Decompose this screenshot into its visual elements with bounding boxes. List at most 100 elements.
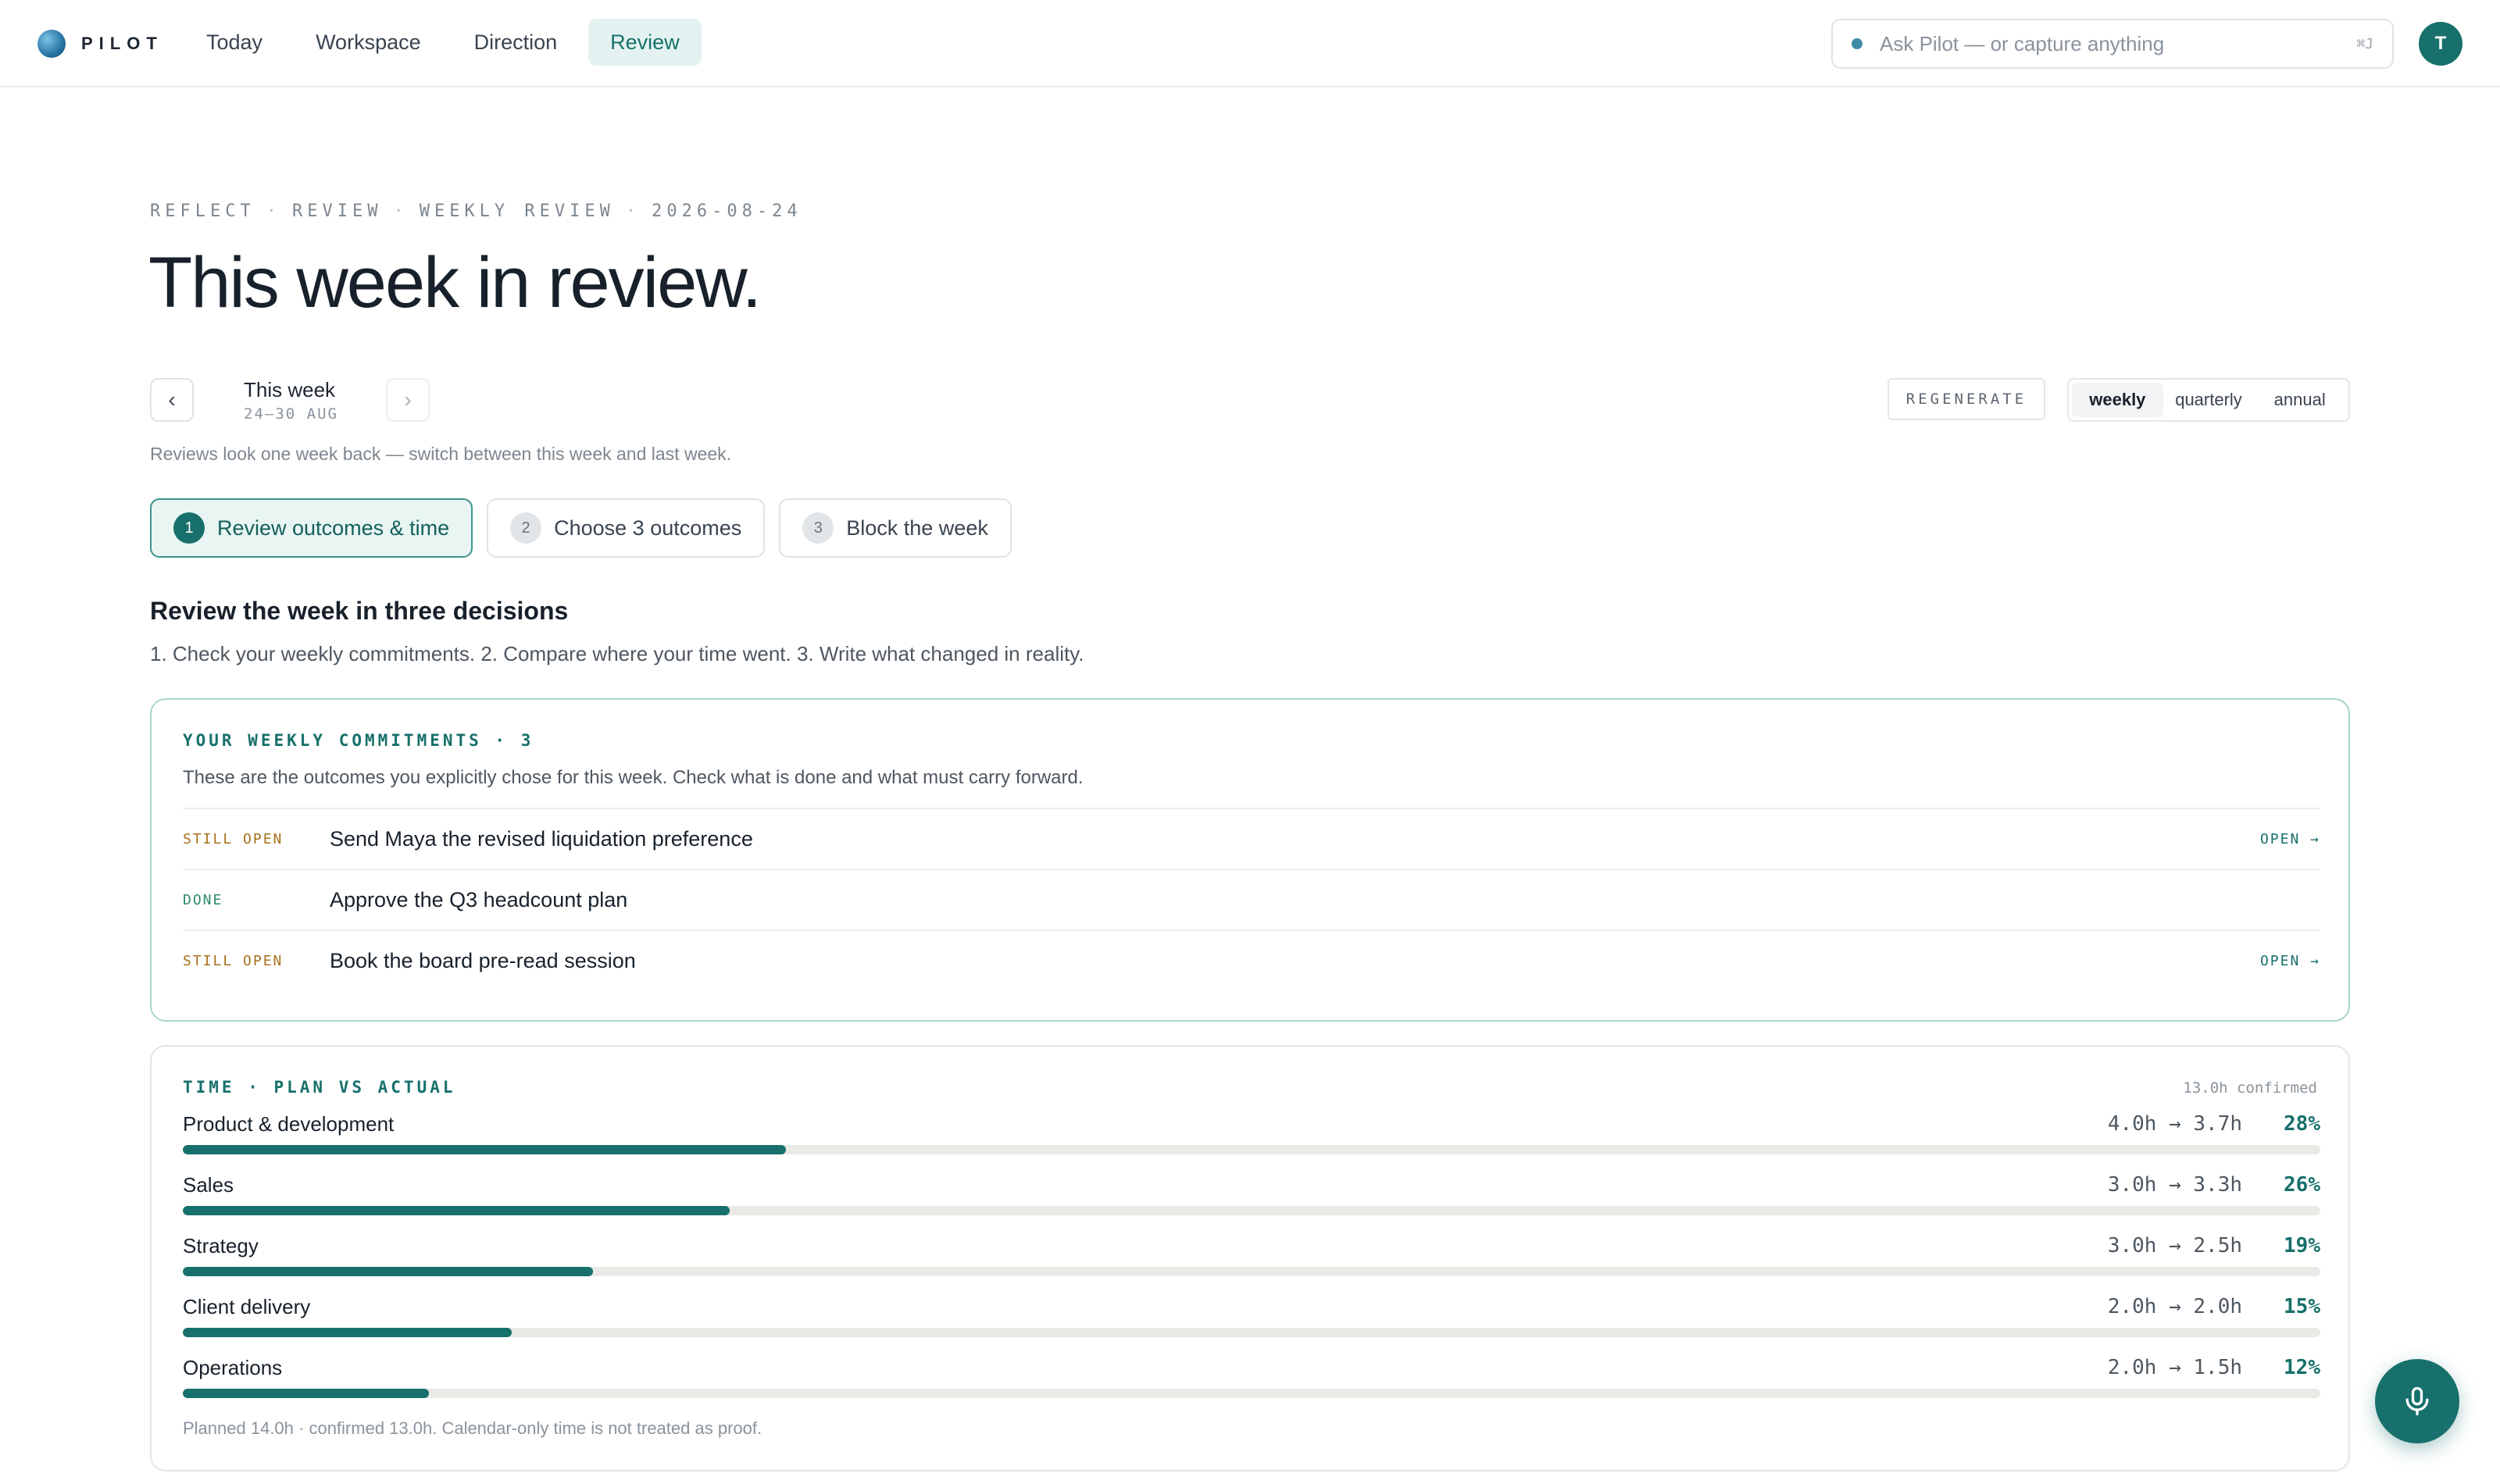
breadcrumb-separator: · bbox=[393, 202, 409, 221]
time-heading: TIME · PLAN VS ACTUAL bbox=[183, 1078, 456, 1097]
nav-item-review[interactable]: Review bbox=[588, 19, 702, 66]
time-percent: 28% bbox=[2284, 1112, 2320, 1136]
review-steps: 1 Review outcomes & time 2 Choose 3 outc… bbox=[150, 498, 1012, 558]
week-label: This week 24–30 AUG bbox=[244, 378, 338, 423]
ask-pilot-search[interactable]: ⌘J bbox=[1831, 19, 2394, 69]
time-hours: 2.0h → 2.0h bbox=[2107, 1295, 2242, 1318]
time-rows: Product & development 4.0h → 3.7h 28% Sa… bbox=[183, 1112, 2320, 1417]
time-footnote: Planned 14.0h · confirmed 13.0h. Calenda… bbox=[183, 1418, 762, 1438]
period-annual[interactable]: annual bbox=[2254, 383, 2345, 417]
time-row: Product & development 4.0h → 3.7h 28% bbox=[183, 1112, 2320, 1173]
section-subtitle: 1. Check your weekly commitments. 2. Com… bbox=[150, 642, 1084, 665]
time-bar-track bbox=[183, 1267, 2320, 1276]
time-category: Client delivery bbox=[183, 1295, 311, 1318]
breadcrumb-separator: · bbox=[625, 202, 641, 221]
step-label: Choose 3 outcomes bbox=[554, 515, 742, 540]
time-row: Strategy 3.0h → 2.5h 19% bbox=[183, 1234, 2320, 1295]
breadcrumb-weekly-review[interactable]: WEEKLY REVIEW bbox=[420, 202, 615, 221]
commitment-row[interactable]: STILL OPEN Send Maya the revised liquida… bbox=[183, 808, 2320, 869]
time-category: Operations bbox=[183, 1356, 283, 1379]
section-title: Review the week in three decisions bbox=[150, 597, 569, 625]
commitments-description: These are the outcomes you explicitly ch… bbox=[183, 767, 1084, 788]
period-weekly[interactable]: weekly bbox=[2072, 383, 2163, 417]
breadcrumb-review[interactable]: REVIEW bbox=[292, 202, 382, 221]
brand[interactable]: PILOT bbox=[38, 28, 163, 59]
open-commitment-link[interactable]: OPEN → bbox=[2260, 953, 2320, 969]
period-quarterly[interactable]: quarterly bbox=[2163, 383, 2255, 417]
time-bar-track bbox=[183, 1145, 2320, 1154]
time-category: Strategy bbox=[183, 1234, 259, 1257]
top-bar: PILOT Today Workspace Direction Review ⌘… bbox=[0, 0, 2500, 87]
time-row: Client delivery 2.0h → 2.0h 15% bbox=[183, 1295, 2320, 1356]
page-title: This week in review. bbox=[148, 243, 762, 323]
commitment-text: Approve the Q3 headcount plan bbox=[330, 887, 628, 911]
status-badge: STILL OPEN bbox=[183, 830, 284, 847]
time-bar-track bbox=[183, 1389, 2320, 1398]
period-selector: weekly quarterly annual bbox=[2067, 378, 2350, 422]
time-percent: 26% bbox=[2284, 1173, 2320, 1197]
breadcrumb-separator: · bbox=[266, 202, 281, 221]
regenerate-button[interactable]: REGENERATE bbox=[1888, 378, 2045, 420]
time-bar-track bbox=[183, 1328, 2320, 1337]
search-input[interactable] bbox=[1880, 31, 2357, 56]
avatar[interactable]: T bbox=[2419, 22, 2462, 66]
nav-item-direction[interactable]: Direction bbox=[452, 19, 580, 66]
time-bar-fill bbox=[183, 1145, 786, 1154]
time-hours: 2.0h → 1.5h bbox=[2107, 1356, 2242, 1379]
time-plan-vs-actual-card: TIME · PLAN VS ACTUAL 13.0h confirmed Pr… bbox=[150, 1045, 2350, 1472]
time-hours: 4.0h → 3.7h bbox=[2107, 1112, 2242, 1136]
previous-week-button[interactable]: ‹ bbox=[150, 378, 194, 422]
time-hours: 3.0h → 2.5h bbox=[2107, 1234, 2242, 1257]
main-nav: Today Workspace Direction Review bbox=[184, 19, 702, 66]
breadcrumb-reflect[interactable]: REFLECT bbox=[150, 202, 255, 221]
step-number: 2 bbox=[510, 512, 542, 544]
step-number: 3 bbox=[802, 512, 834, 544]
open-commitment-link[interactable]: OPEN → bbox=[2260, 831, 2320, 847]
chevron-left-icon: ‹ bbox=[168, 387, 176, 412]
microphone-icon bbox=[2405, 1386, 2429, 1416]
step-label: Block the week bbox=[846, 515, 988, 540]
next-week-button[interactable]: › bbox=[386, 378, 430, 422]
commitment-text: Send Maya the revised liquidation prefer… bbox=[330, 826, 753, 851]
chevron-right-icon: › bbox=[404, 387, 412, 412]
time-percent: 15% bbox=[2284, 1295, 2320, 1318]
nav-item-today[interactable]: Today bbox=[184, 19, 284, 66]
time-row: Operations 2.0h → 1.5h 12% bbox=[183, 1356, 2320, 1417]
step-choose-outcomes[interactable]: 2 Choose 3 outcomes bbox=[487, 498, 766, 558]
step-block-week[interactable]: 3 Block the week bbox=[779, 498, 1012, 558]
breadcrumb-date: 2026-08-24 bbox=[652, 202, 802, 221]
step-number: 1 bbox=[173, 512, 205, 544]
shortcut-hint: ⌘J bbox=[2356, 35, 2373, 52]
week-range: 24–30 AUG bbox=[244, 405, 338, 423]
commitment-list: STILL OPEN Send Maya the revised liquida… bbox=[183, 808, 2320, 990]
confirmed-total: 13.0h confirmed bbox=[2183, 1079, 2317, 1097]
pilot-dot-icon bbox=[1852, 38, 1862, 49]
commitment-row[interactable]: DONE Approve the Q3 headcount plan bbox=[183, 869, 2320, 929]
time-bar-fill bbox=[183, 1267, 594, 1276]
status-badge: STILL OPEN bbox=[183, 952, 284, 969]
commitment-row[interactable]: STILL OPEN Book the board pre-read sessi… bbox=[183, 929, 2320, 990]
time-row: Sales 3.0h → 3.3h 26% bbox=[183, 1173, 2320, 1234]
week-title: This week bbox=[244, 378, 336, 401]
commitments-heading: YOUR WEEKLY COMMITMENTS · 3 bbox=[183, 731, 534, 750]
commitments-card: YOUR WEEKLY COMMITMENTS · 3 These are th… bbox=[150, 698, 2350, 1022]
status-badge: DONE bbox=[183, 891, 223, 908]
time-percent: 12% bbox=[2284, 1356, 2320, 1379]
voice-capture-button[interactable] bbox=[2375, 1359, 2459, 1443]
step-review-outcomes[interactable]: 1 Review outcomes & time bbox=[150, 498, 473, 558]
time-category: Sales bbox=[183, 1173, 234, 1197]
nav-item-workspace[interactable]: Workspace bbox=[294, 19, 443, 66]
time-bar-track bbox=[183, 1206, 2320, 1215]
step-label: Review outcomes & time bbox=[217, 515, 450, 540]
pilot-logo-icon bbox=[38, 30, 66, 58]
time-bar-fill bbox=[183, 1206, 730, 1215]
week-note: Reviews look one week back — switch betw… bbox=[150, 444, 732, 464]
time-bar-fill bbox=[183, 1328, 512, 1337]
commitment-text: Book the board pre-read session bbox=[330, 948, 636, 972]
time-percent: 19% bbox=[2284, 1234, 2320, 1257]
time-bar-fill bbox=[183, 1389, 429, 1398]
brand-name: PILOT bbox=[81, 34, 163, 53]
time-hours: 3.0h → 3.3h bbox=[2107, 1173, 2242, 1197]
breadcrumb: REFLECT · REVIEW · WEEKLY REVIEW · 2026-08-24 bbox=[150, 202, 802, 221]
time-category: Product & development bbox=[183, 1112, 395, 1136]
